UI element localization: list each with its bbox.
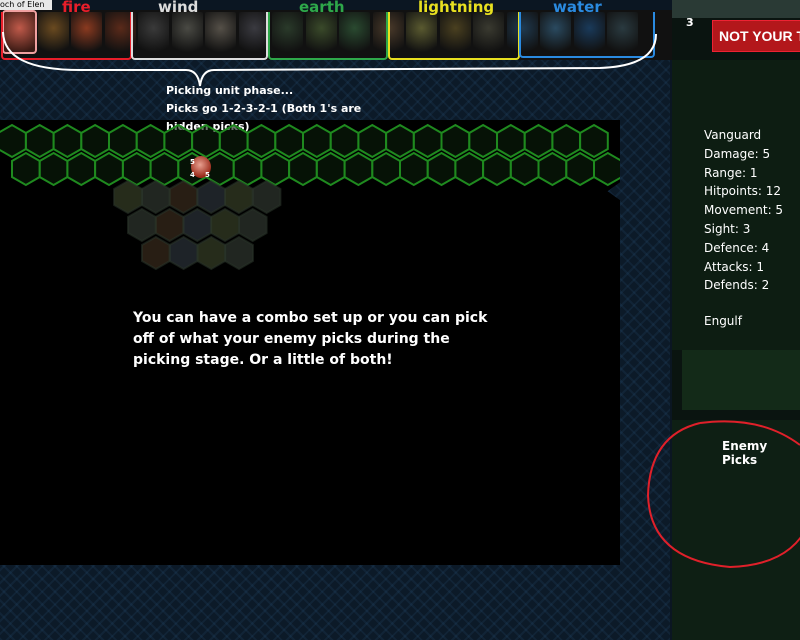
hex-cell[interactable] bbox=[113, 179, 143, 215]
hex-cell[interactable] bbox=[246, 123, 277, 159]
token-stat-bottom-left: 4 bbox=[190, 171, 195, 179]
window-title: och of Elen bbox=[0, 0, 52, 10]
hex-cell[interactable] bbox=[509, 151, 540, 187]
hex-cell[interactable] bbox=[108, 123, 138, 159]
unit-ability: Engulf bbox=[704, 314, 742, 328]
stat-range: Range: 1 bbox=[704, 165, 758, 180]
hex-cell[interactable] bbox=[232, 151, 263, 187]
stat-hitpoints: Hitpoints: 12 bbox=[704, 184, 782, 199]
hex-cell[interactable] bbox=[168, 179, 199, 215]
hex-cell[interactable] bbox=[288, 151, 318, 187]
hex-cell[interactable] bbox=[482, 151, 512, 187]
hex-cell[interactable] bbox=[260, 151, 291, 187]
hex-cell[interactable] bbox=[135, 123, 166, 159]
hex-cell[interactable] bbox=[343, 151, 374, 187]
stat-sight: Sight: 3 bbox=[704, 221, 751, 236]
turn-counter: 3 bbox=[686, 16, 694, 29]
hex-cell[interactable] bbox=[565, 151, 595, 187]
panel-divider-block bbox=[682, 350, 800, 410]
hex-cell[interactable] bbox=[385, 123, 415, 159]
hex-cell[interactable] bbox=[523, 123, 554, 159]
stat-damage: Damage: 5 bbox=[704, 146, 771, 161]
water-group-bracket bbox=[519, 12, 655, 58]
hex-cell[interactable] bbox=[593, 151, 620, 187]
hex-cell[interactable] bbox=[371, 151, 401, 187]
hex-cell[interactable] bbox=[224, 179, 254, 215]
stat-defends: Defends: 2 bbox=[704, 278, 770, 293]
hex-cell[interactable] bbox=[237, 207, 268, 243]
hex-cell[interactable] bbox=[191, 123, 221, 159]
hex-cell[interactable] bbox=[168, 235, 199, 271]
enemy-picks-label: Enemy Picks bbox=[722, 439, 768, 467]
not-your-turn-banner: NOT YOUR TU bbox=[712, 20, 800, 52]
hex-cell[interactable] bbox=[251, 179, 282, 215]
lightning-group-bracket bbox=[388, 12, 520, 60]
hex-cell[interactable] bbox=[24, 123, 55, 159]
hex-cell[interactable] bbox=[551, 123, 582, 159]
hex-cell[interactable] bbox=[412, 123, 443, 159]
token-stat-top: 5 bbox=[190, 158, 195, 166]
hex-cell[interactable] bbox=[182, 207, 213, 243]
hex-cell[interactable] bbox=[218, 123, 249, 159]
hex-cell[interactable] bbox=[196, 179, 226, 215]
vanguard-unit-token[interactable]: 5 4 5 bbox=[188, 154, 214, 182]
wind-group-bracket bbox=[131, 12, 268, 60]
hex-cell[interactable] bbox=[440, 123, 471, 159]
hex-cell[interactable] bbox=[196, 235, 227, 271]
hex-cell[interactable] bbox=[127, 207, 157, 243]
unit-name: Vanguard bbox=[704, 128, 762, 142]
hex-cell[interactable] bbox=[52, 123, 83, 159]
hex-cell[interactable] bbox=[163, 123, 194, 159]
stat-movement: Movement: 5 bbox=[704, 203, 784, 218]
fire-group-bracket bbox=[1, 12, 132, 60]
hex-cell[interactable] bbox=[210, 207, 240, 243]
hex-cell[interactable] bbox=[315, 151, 346, 187]
hex-cell[interactable] bbox=[80, 123, 110, 159]
hex-cell[interactable] bbox=[38, 151, 69, 187]
hex-cell[interactable] bbox=[11, 151, 41, 187]
earth-group-bracket bbox=[268, 12, 388, 60]
hex-cell[interactable] bbox=[329, 123, 360, 159]
hex-cell[interactable] bbox=[141, 235, 171, 271]
hex-cell[interactable] bbox=[149, 151, 180, 187]
hex-cell[interactable] bbox=[357, 123, 388, 159]
hex-cell[interactable] bbox=[454, 151, 485, 187]
hex-cell[interactable] bbox=[154, 207, 185, 243]
hex-cell[interactable] bbox=[274, 123, 304, 159]
hex-cell[interactable] bbox=[224, 235, 254, 271]
phase-line-2: Picks go 1-2-3-2-1 (Both 1's are bbox=[166, 102, 362, 115]
stat-defence: Defence: 4 bbox=[704, 240, 770, 255]
hex-cell[interactable] bbox=[121, 151, 152, 187]
stat-attacks: Attacks: 1 bbox=[704, 259, 765, 274]
hex-cell[interactable] bbox=[302, 123, 332, 159]
token-stat-bottom-right: 5 bbox=[205, 171, 210, 179]
unit-stats: Vanguard Damage: 5 Range: 1 Hitpoints: 1… bbox=[704, 126, 783, 295]
hex-cell[interactable] bbox=[140, 179, 171, 215]
hex-cell[interactable] bbox=[66, 151, 97, 187]
hex-cell[interactable] bbox=[399, 151, 429, 187]
hex-cell[interactable] bbox=[426, 151, 457, 187]
hex-cell[interactable] bbox=[537, 151, 568, 187]
phase-line-1: Picking unit phase... bbox=[166, 84, 294, 97]
hex-cell[interactable] bbox=[468, 123, 498, 159]
hex-cell[interactable] bbox=[0, 123, 27, 159]
hex-cell[interactable] bbox=[94, 151, 124, 187]
hex-placement-grid[interactable] bbox=[0, 118, 620, 278]
hex-cell[interactable] bbox=[496, 123, 526, 159]
combo-annotation: You can have a combo set up or you can p… bbox=[133, 310, 488, 368]
hex-cell[interactable] bbox=[579, 123, 609, 159]
